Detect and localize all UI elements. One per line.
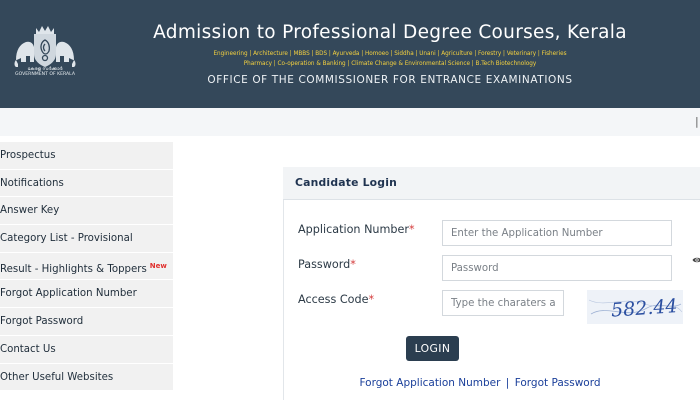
access-code-label-text: Access Code xyxy=(298,293,369,306)
site-header: കേരള സർക്കാർ GOVERNMENT OF KERALA Admiss… xyxy=(0,0,700,108)
sidebar-item-label: Forgot Password xyxy=(0,316,84,328)
sidebar-item-label: Answer Key xyxy=(0,205,60,217)
sidebar-item-answer-key[interactable]: Answer Key xyxy=(0,197,173,226)
emblem-caption: കേരള സർക്കാർ GOVERNMENT OF KERALA xyxy=(8,67,82,78)
required-mark: * xyxy=(350,258,356,271)
login-button[interactable]: LOGIN xyxy=(406,336,459,361)
required-mark: * xyxy=(409,223,415,236)
sidebar-item-notifications[interactable]: Notifications xyxy=(0,169,173,198)
sidebar-item-label: Forgot Application Number xyxy=(0,288,137,300)
access-code-input[interactable] xyxy=(442,290,564,316)
captcha-text: 582.44 xyxy=(610,295,678,322)
password-input[interactable] xyxy=(442,255,672,281)
sidebar-item-other-websites[interactable]: Other Useful Websites xyxy=(0,363,173,392)
new-badge: New xyxy=(149,261,167,270)
sidebar-item-label: Contact Us xyxy=(0,343,56,355)
page-title: Admission to Professional Degree Courses… xyxy=(153,22,627,43)
link-separator: | xyxy=(505,377,510,389)
login-card-title: Candidate Login xyxy=(295,176,397,189)
sidebar-item-label: Other Useful Websites xyxy=(0,371,114,383)
office-name: OFFICE OF THE COMMISSIONER FOR ENTRANCE … xyxy=(207,74,573,86)
password-label-text: Password xyxy=(298,258,351,271)
login-card xyxy=(283,167,700,400)
application-number-label-text: Application Number xyxy=(298,223,410,236)
strip-edge-marker: | xyxy=(695,115,699,128)
sidebar-item-label: Notifications xyxy=(0,177,64,189)
sidebar-item-category-list[interactable]: Category List - Provisional xyxy=(0,225,173,253)
courses-line-1: Engineering | Architecture | MBBS | BDS … xyxy=(213,51,567,57)
sidebar-item-label: Result - Highlights & Toppers xyxy=(0,263,147,275)
emblem-caption-english: GOVERNMENT OF KERALA xyxy=(15,72,75,78)
sidebar: Prospectus Notifications Answer Key Cate… xyxy=(0,142,173,392)
access-code-label: Access Code* xyxy=(298,293,374,306)
forgot-application-number-link[interactable]: Forgot Application Number xyxy=(360,377,501,389)
courses-line-2: Pharmacy | Co-operation & Banking | Clim… xyxy=(243,61,537,67)
help-links: Forgot Application Number | Forgot Passw… xyxy=(283,377,677,389)
sidebar-item-label: Prospectus xyxy=(0,150,56,161)
sidebar-item-contact-us[interactable]: Contact Us xyxy=(0,335,173,364)
forgot-password-link[interactable]: Forgot Password xyxy=(515,377,601,389)
application-number-input[interactable] xyxy=(442,220,672,246)
required-mark: * xyxy=(368,293,375,306)
nav-strip xyxy=(0,108,700,136)
sidebar-item-prospectus[interactable]: Prospectus xyxy=(0,142,173,170)
application-number-label: Application Number* xyxy=(298,223,415,236)
sidebar-item-result[interactable]: Result - Highlights & Toppers New xyxy=(0,252,173,281)
password-label: Password* xyxy=(298,258,356,271)
captcha-image: 582.44 xyxy=(587,290,683,324)
sidebar-item-forgot-application-number[interactable]: Forgot Application Number xyxy=(0,280,173,309)
sidebar-item-label: Category List - Provisional xyxy=(0,233,133,245)
sidebar-item-forgot-password[interactable]: Forgot Password xyxy=(0,308,173,336)
eye-icon[interactable] xyxy=(692,256,700,264)
